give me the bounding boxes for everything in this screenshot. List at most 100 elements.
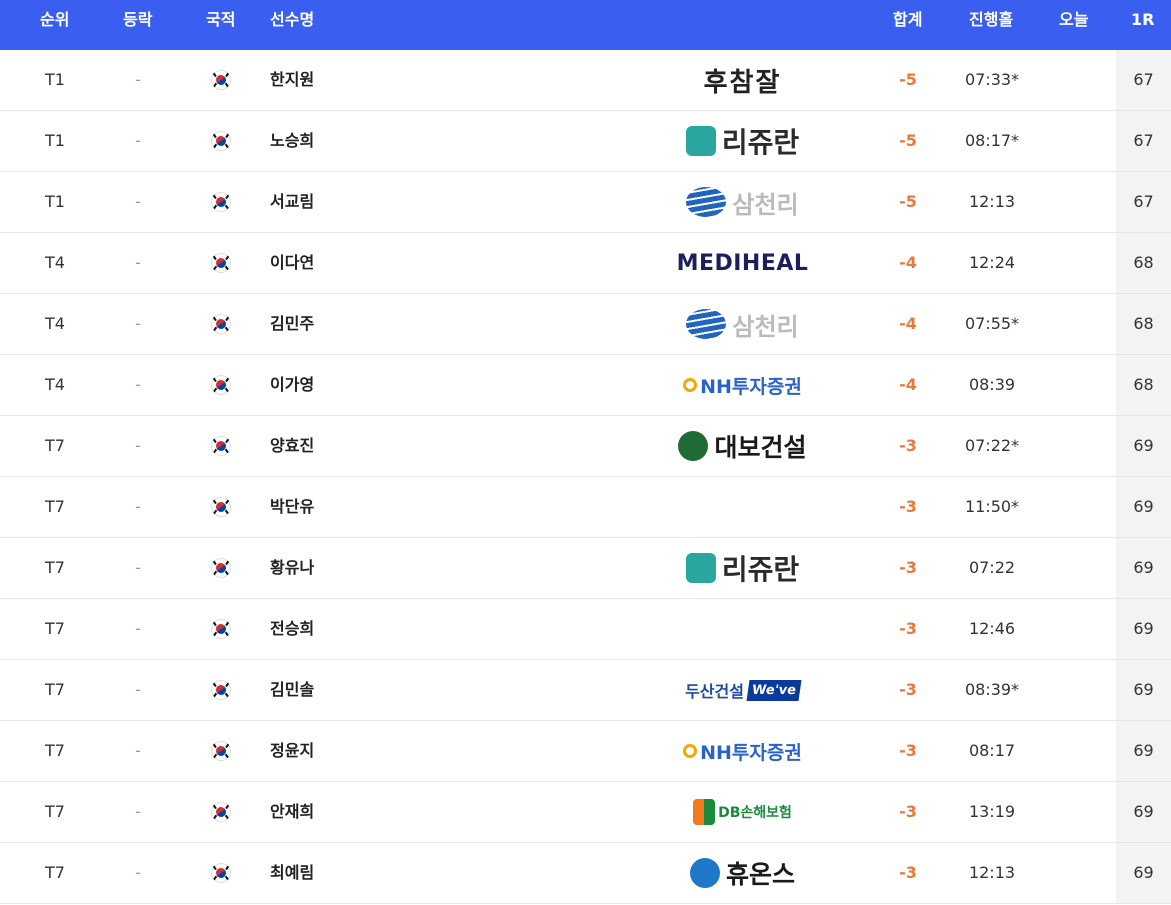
samchully-logo-icon — [686, 309, 727, 339]
korea-flag-icon — [212, 376, 230, 394]
table-row[interactable]: T1 - 한지원 후참잘 -5 07:33* 67 — [0, 50, 1171, 111]
change-cell: - — [135, 619, 141, 638]
korea-flag-icon — [212, 559, 230, 577]
sponsor-logo: MEDIHEAL — [670, 247, 815, 279]
player-name-link[interactable]: 황유나 — [270, 538, 470, 598]
huons-logo-icon — [689, 858, 720, 888]
table-row[interactable]: T7 - 김민솔 두산건설 We've -3 08:39* 69 — [0, 660, 1171, 721]
header-nationality[interactable]: 국적 — [206, 0, 235, 40]
round1-cell: 67 — [1116, 111, 1171, 171]
thru-cell: 08:39 — [968, 375, 1016, 394]
total-score-cell: -3 — [899, 680, 917, 699]
rank-cell: T7 — [45, 558, 65, 577]
korea-flag-icon — [212, 742, 230, 760]
rank-cell: T4 — [45, 375, 65, 394]
today-cell — [1034, 782, 1116, 842]
thru-cell: 07:33* — [964, 70, 1020, 89]
today-cell — [1034, 355, 1116, 415]
round1-cell: 69 — [1116, 416, 1171, 476]
player-name-link[interactable]: 이가영 — [270, 355, 470, 415]
change-cell: - — [135, 253, 141, 272]
player-name-link[interactable]: 안재희 — [270, 782, 470, 842]
header-total[interactable]: 합계 — [893, 0, 922, 40]
today-cell — [1034, 843, 1116, 903]
leaderboard-rows: T1- 한지원 후참잘 -5 07:33* 67 T1- 노승희 리쥬란 -5 08:17* 67 T1… — [0, 50, 1171, 905]
header-change[interactable]: 등락 — [123, 0, 152, 40]
change-cell: - — [135, 680, 141, 699]
today-cell — [1034, 172, 1116, 232]
korea-flag-icon — [212, 803, 230, 821]
korea-flag-icon — [212, 437, 230, 455]
round1-cell: 69 — [1116, 782, 1171, 842]
change-cell: - — [135, 802, 141, 821]
change-cell: - — [135, 131, 141, 150]
rank-cell: T7 — [45, 497, 65, 516]
sponsor-name: 삼천리 — [732, 190, 799, 219]
table-row[interactable]: T7 - 최예림 휴온스 -3 12:13 69 — [0, 843, 1171, 904]
sponsor-name: MEDIHEAL — [676, 250, 809, 276]
sponsor-logo: NH투자증권 — [670, 735, 815, 767]
sponsor-name: 두산건설 — [685, 682, 744, 701]
total-score-cell: -4 — [899, 375, 917, 394]
thru-cell: 12:13 — [968, 192, 1016, 211]
rank-cell: T7 — [45, 619, 65, 638]
total-score-cell: -4 — [899, 253, 917, 272]
header-thru[interactable]: 진행홀 — [969, 0, 1013, 40]
sponsor-logo: 삼천리 — [670, 308, 815, 340]
thru-cell: 08:17 — [968, 741, 1016, 760]
table-row[interactable]: T7 - 전승희 -3 12:46 69 — [0, 599, 1171, 660]
rank-cell: T1 — [45, 70, 65, 89]
round1-cell: 69 — [1116, 721, 1171, 781]
korea-flag-icon — [212, 681, 230, 699]
player-name-link[interactable]: 전승희 — [270, 599, 470, 659]
table-row[interactable]: T4 - 이다연 MEDIHEAL -4 12:24 68 — [0, 233, 1171, 294]
header-rank[interactable]: 순위 — [40, 0, 69, 40]
player-name-link[interactable]: 한지원 — [270, 50, 470, 110]
today-cell — [1034, 416, 1116, 476]
table-row[interactable]: T4 - 김민주 삼천리 -4 07:55* 68 — [0, 294, 1171, 355]
korea-flag-icon — [212, 71, 230, 89]
total-score-cell: -5 — [899, 192, 917, 211]
sponsor-logo: DB손해보험 — [670, 796, 815, 828]
table-row[interactable]: T1 - 노승희 리쥬란 -5 08:17* 67 — [0, 111, 1171, 172]
player-name-link[interactable]: 최예림 — [270, 843, 470, 903]
table-row[interactable]: T1 - 서교림 삼천리 -5 12:13 67 — [0, 172, 1171, 233]
sponsor-logo: 후참잘 — [670, 64, 815, 97]
table-row[interactable]: T7 - 양효진 대보건설 -3 07:22* 69 — [0, 416, 1171, 477]
player-name-link[interactable]: 박단유 — [270, 477, 470, 537]
player-name-link[interactable]: 김민솔 — [270, 660, 470, 720]
table-row[interactable]: T7 - 안재희 DB손해보험 -3 13:19 69 — [0, 782, 1171, 843]
change-cell: - — [135, 375, 141, 394]
today-cell — [1034, 50, 1116, 110]
rank-cell: T1 — [45, 131, 65, 150]
total-score-cell: -3 — [899, 436, 917, 455]
today-cell — [1034, 599, 1116, 659]
round1-cell: 69 — [1116, 599, 1171, 659]
player-name-link[interactable]: 양효진 — [270, 416, 470, 476]
player-name-link[interactable]: 이다연 — [270, 233, 470, 293]
change-cell: - — [135, 863, 141, 882]
sponsor-logo: 리쥬란 — [670, 125, 815, 157]
header-player[interactable]: 선수명 — [270, 0, 314, 40]
player-name-link[interactable]: 노승희 — [270, 111, 470, 171]
korea-flag-icon — [212, 132, 230, 150]
sponsor-name: NH투자증권 — [700, 741, 802, 764]
sponsor-name: NH투자증권 — [700, 375, 802, 398]
rank-cell: T7 — [45, 436, 65, 455]
sponsor-name: DB손해보험 — [718, 805, 792, 821]
header-today[interactable]: 오늘 — [1059, 0, 1088, 40]
player-name-link[interactable]: 서교림 — [270, 172, 470, 232]
rank-cell: T4 — [45, 253, 65, 272]
table-row[interactable]: T7 - 박단유 -3 11:50* 69 — [0, 477, 1171, 538]
player-name-link[interactable]: 김민주 — [270, 294, 470, 354]
rejuran-logo-icon — [685, 126, 716, 156]
table-row[interactable]: T7 - 황유나 리쥬란 -3 07:22 69 — [0, 538, 1171, 599]
total-score-cell: -3 — [899, 558, 917, 577]
table-row[interactable]: T7 - 정윤지 NH투자증권 -3 08:17 69 — [0, 721, 1171, 782]
round1-cell: 67 — [1116, 50, 1171, 110]
korea-flag-icon — [212, 498, 230, 516]
sponsor-logo: 리쥬란 — [670, 552, 815, 584]
player-name-link[interactable]: 정윤지 — [270, 721, 470, 781]
table-row[interactable]: T4 - 이가영 NH투자증권 -4 08:39 68 — [0, 355, 1171, 416]
header-round1[interactable]: 1R — [1131, 0, 1154, 40]
